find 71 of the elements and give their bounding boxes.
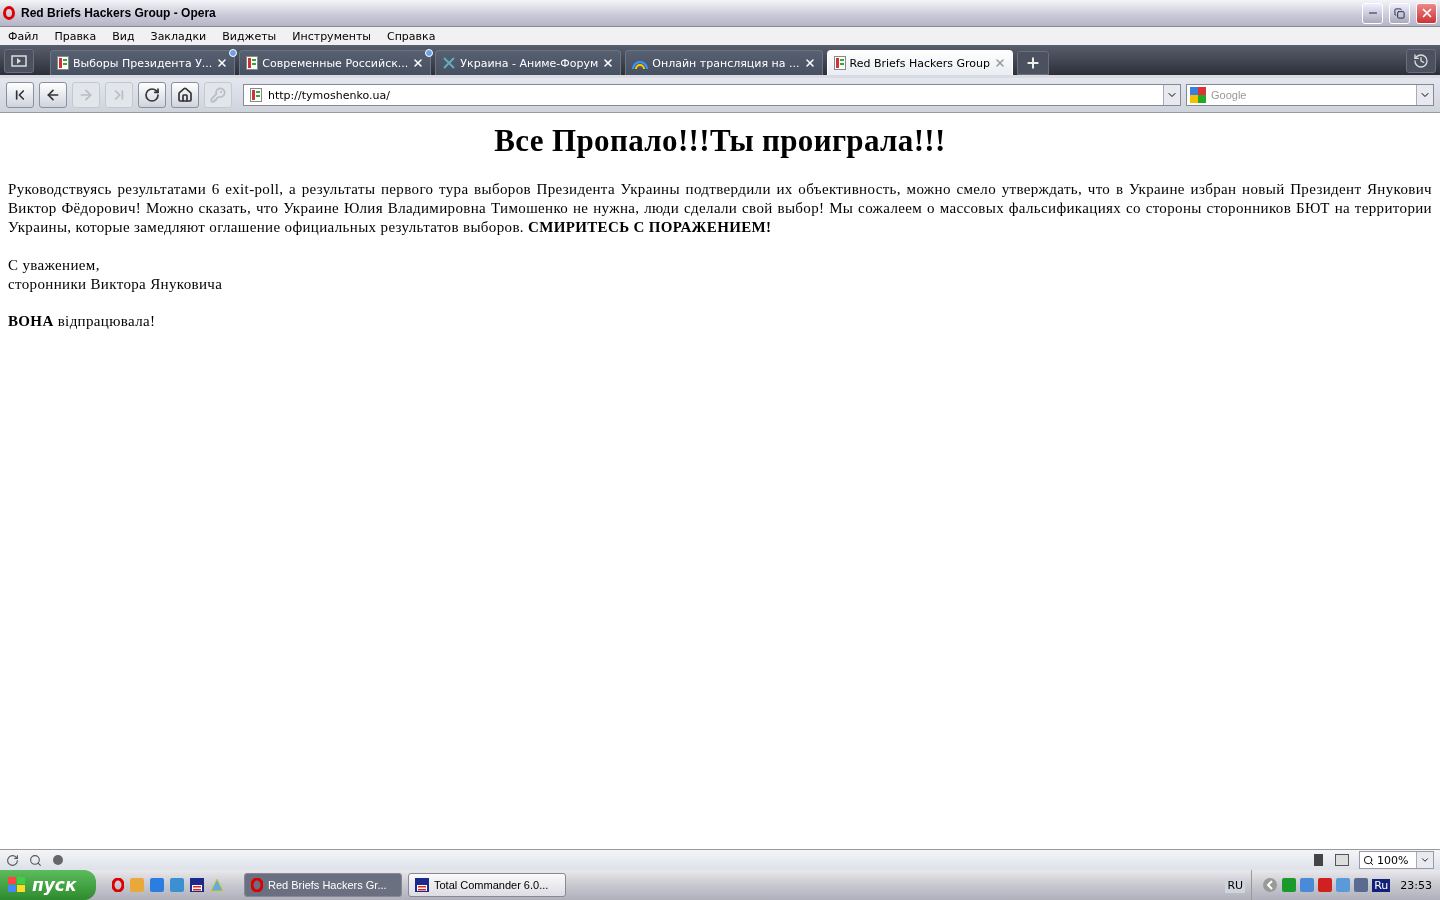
tab-title: Red Briefs Hackers Group [849, 56, 990, 70]
browser-tab[interactable]: Украина - Аниме-Форум [435, 50, 622, 75]
close-button[interactable] [1416, 2, 1437, 24]
home-button[interactable] [171, 82, 199, 108]
sync-icon[interactable] [6, 853, 19, 867]
history-icon [1413, 53, 1429, 69]
footer-text: ВОНА відпрацювала! [8, 312, 157, 331]
key-icon [210, 87, 226, 103]
back-button[interactable] [39, 82, 67, 108]
taskbar-button[interactable]: Red Briefs Hackers Gr... [244, 873, 402, 897]
dropdown-button[interactable] [1416, 85, 1433, 105]
menu-item[interactable]: Инструменты [284, 29, 379, 43]
forward-icon [78, 87, 94, 103]
caret-icon [1420, 855, 1430, 865]
close-tab-icon[interactable] [412, 57, 425, 69]
chevron-icon[interactable] [1262, 877, 1279, 893]
home-icon [177, 87, 193, 103]
dropdown-button[interactable] [1163, 85, 1180, 105]
clock: 23:53 [1400, 878, 1432, 892]
minimize-button[interactable] [1362, 2, 1383, 24]
tab-title: Выборы Президента У... [73, 56, 213, 70]
reload-icon [144, 87, 160, 103]
tab-title: Современные Российск... [262, 56, 409, 70]
close-tab-icon[interactable] [803, 57, 816, 69]
plus-icon [1024, 55, 1041, 71]
new-tab-button[interactable] [1016, 51, 1049, 75]
opera-icon [3, 6, 15, 20]
floppy-icon [190, 878, 204, 892]
reload-button[interactable] [138, 82, 166, 108]
opera-icon [251, 878, 263, 892]
zoom-field[interactable]: 100% [1359, 851, 1434, 869]
browser-tab[interactable]: Онлайн трансляция на ... [625, 50, 823, 75]
tray-icon[interactable] [1282, 878, 1297, 892]
language-indicator[interactable]: RU [1225, 877, 1246, 893]
magnifier-icon [1363, 854, 1374, 866]
closed-tabs-button[interactable] [1406, 49, 1436, 73]
flag-icon [8, 877, 26, 893]
panel-icon [11, 55, 27, 67]
menu-item[interactable]: Виджеты [214, 29, 285, 43]
tray-icon[interactable] [1318, 878, 1333, 892]
zoom-value: 100% [1377, 853, 1409, 867]
opera-icon [112, 878, 124, 892]
panel-toggle-button[interactable] [4, 49, 34, 73]
image-icon[interactable] [1335, 854, 1349, 866]
menu-item[interactable]: Файл [0, 29, 47, 43]
menu-item[interactable]: Закладки [142, 29, 215, 43]
tab-title: Украина - Аниме-Форум [460, 56, 599, 70]
tab-title: Онлайн трансляция на ... [652, 56, 800, 70]
google-icon [1190, 87, 1206, 103]
browser-tab[interactable]: Выборы Президента У... [50, 50, 236, 75]
restore-icon [1394, 7, 1405, 19]
close-tab-icon[interactable] [216, 57, 229, 69]
menu-item[interactable]: Справка [379, 29, 444, 43]
cross-icon [442, 56, 457, 70]
message-paragraph: Руководствуясь результатами 6 exit-poll, а результаты первого тура выборов Президента Украины подтвердили их объективность, можно смело утверждать, что в Украине избран новый Президент Янукович Виктор Фёдорович! Можно сказать, что Украине Юлия Владимировна Тимошенко не нужна, люди сделали свой выбор! Мы сожалеем о массовых фальсификациях со стороны сторонников БЮТ на территории Украины, которые замедляют оглашение официальных результатов выборов. СМИРИТЕСЬ С ПОРАЖЕНИЕМ! [8, 180, 1432, 237]
floppy-icon [415, 878, 429, 892]
signature-line: сторонники Виктора Януковича [8, 275, 224, 294]
back-icon [45, 87, 61, 103]
window-title: Red Briefs Hackers Group - Opera [21, 6, 217, 20]
taskbar-button[interactable]: Total Commander 6.0... [408, 873, 566, 897]
browser-tab[interactable]: Red Briefs Hackers Group [826, 50, 1013, 75]
rewind-button[interactable] [6, 82, 34, 108]
page-heading: Все Пропало!!!Ты проиграла!!! [493, 123, 947, 159]
language-indicator[interactable]: Ru [1372, 878, 1391, 892]
browser-tab[interactable]: Современные Российск... [239, 50, 432, 75]
signature-line: С уважением, [8, 256, 101, 275]
close-tab-icon[interactable] [602, 57, 615, 69]
menu-item[interactable]: Вид [104, 29, 143, 43]
address-field[interactable]: http://tymoshenko.ua/ [243, 84, 1181, 106]
restore-button[interactable] [1389, 2, 1410, 24]
menu-item[interactable]: Правка [46, 29, 105, 43]
